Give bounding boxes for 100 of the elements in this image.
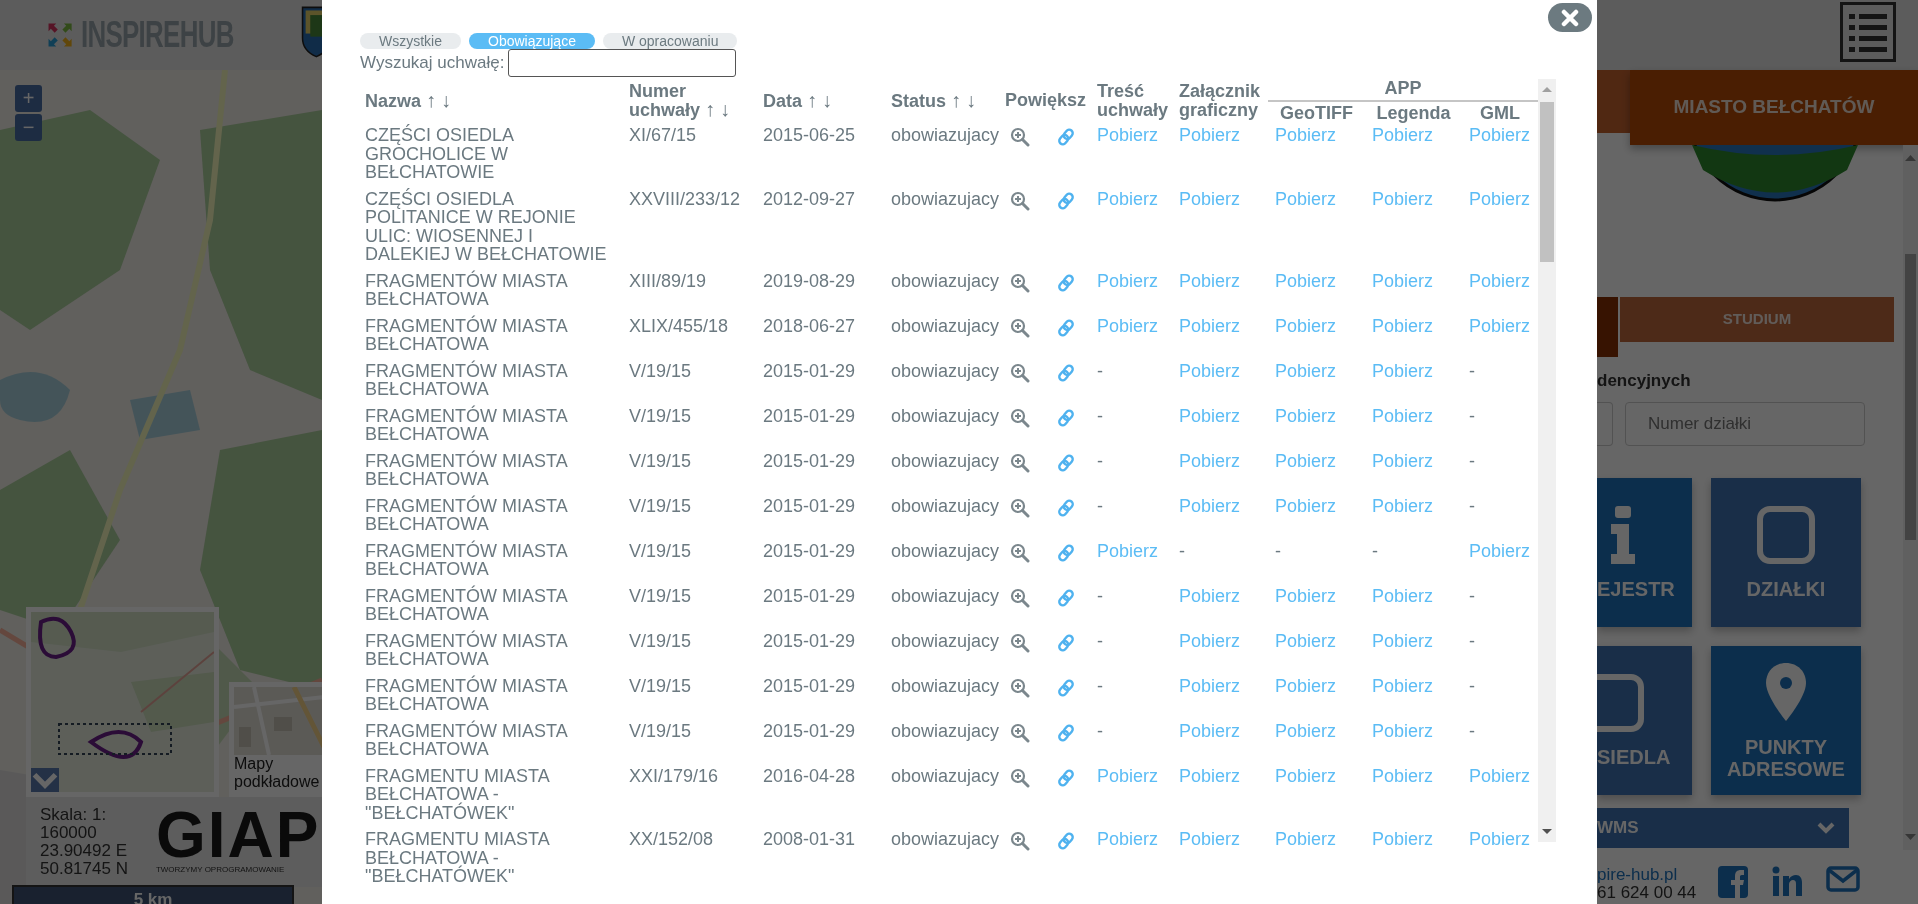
download-link[interactable]: Pobierz	[1372, 765, 1434, 786]
download-link[interactable]: Pobierz	[1179, 405, 1241, 426]
download-link[interactable]: Pobierz	[1097, 829, 1159, 849]
filter-tab[interactable]: Wszystkie	[360, 33, 461, 49]
scrollbar[interactable]	[1903, 145, 1918, 850]
link-icon[interactable]	[1057, 542, 1075, 563]
download-link[interactable]: Pobierz	[1372, 125, 1434, 145]
download-link[interactable]: Pobierz	[1275, 315, 1337, 336]
facebook-icon[interactable]	[1718, 866, 1749, 898]
zoom-in-icon[interactable]	[1010, 722, 1030, 743]
search-field[interactable]	[508, 49, 737, 77]
zoom-in-icon[interactable]	[1010, 452, 1030, 473]
zoom-in-icon[interactable]	[1010, 127, 1030, 147]
link-icon[interactable]	[1057, 272, 1075, 293]
scroll-down-icon[interactable]	[1542, 829, 1553, 834]
sort-arrow[interactable]: ↓	[720, 98, 731, 120]
zoom-in-icon[interactable]	[1010, 362, 1030, 383]
download-link[interactable]: Pobierz	[1179, 765, 1241, 786]
scroll-up-icon[interactable]	[1542, 87, 1553, 92]
link-icon[interactable]	[1057, 632, 1075, 653]
zoom-in-icon[interactable]	[1010, 632, 1030, 653]
download-link[interactable]: Pobierz	[1179, 720, 1241, 741]
link-icon[interactable]	[1057, 452, 1075, 473]
download-link[interactable]: Pobierz	[1179, 630, 1241, 651]
download-link[interactable]: Pobierz	[1372, 270, 1434, 291]
mail-icon[interactable]	[1826, 866, 1861, 892]
download-link[interactable]: Pobierz	[1275, 360, 1337, 381]
download-link[interactable]: Pobierz	[1275, 585, 1337, 606]
download-link[interactable]: Pobierz	[1179, 125, 1241, 145]
zoom-in-icon[interactable]	[1010, 542, 1030, 563]
link-icon[interactable]	[1057, 497, 1075, 518]
menu-tile[interactable]: SIEDLA	[1597, 646, 1692, 795]
download-link[interactable]: Pobierz	[1372, 360, 1434, 381]
download-link[interactable]: Pobierz	[1469, 540, 1531, 561]
tab[interactable]: STUDIUM	[1620, 297, 1894, 342]
link-icon[interactable]	[1057, 722, 1075, 743]
zoom-in-icon[interactable]	[1010, 767, 1030, 788]
sort-arrow[interactable]: ↑	[426, 88, 437, 111]
sort-arrow[interactable]: ↑	[705, 98, 716, 120]
download-link[interactable]: Pobierz	[1469, 188, 1531, 209]
sort-arrow[interactable]: ↓	[441, 88, 452, 111]
layers-bar[interactable]: WMS	[1597, 808, 1849, 848]
download-link[interactable]: Pobierz	[1097, 270, 1159, 291]
download-link[interactable]: Pobierz	[1372, 829, 1434, 849]
download-link[interactable]: Pobierz	[1179, 585, 1241, 606]
download-link[interactable]: Pobierz	[1275, 125, 1337, 145]
sort-arrow[interactable]: ↑	[951, 88, 962, 111]
download-link[interactable]: Pobierz	[1275, 405, 1337, 426]
download-link[interactable]: Pobierz	[1372, 495, 1434, 516]
download-link[interactable]: Pobierz	[1469, 765, 1531, 786]
download-link[interactable]: Pobierz	[1372, 188, 1434, 209]
zoom-in-icon[interactable]	[1010, 497, 1030, 518]
download-link[interactable]: Pobierz	[1372, 315, 1434, 336]
zoom-in-icon[interactable]	[1010, 272, 1030, 293]
download-link[interactable]: Pobierz	[1097, 540, 1159, 561]
download-link[interactable]: Pobierz	[1097, 315, 1159, 336]
link-icon[interactable]	[1057, 127, 1075, 147]
download-link[interactable]: Pobierz	[1179, 675, 1241, 696]
filter-tab[interactable]: Obowiązujące	[469, 33, 595, 49]
filter-tab[interactable]: W opracowaniu	[602, 33, 738, 49]
close-button[interactable]	[1548, 3, 1592, 32]
download-link[interactable]: Pobierz	[1275, 829, 1337, 849]
download-link[interactable]: Pobierz	[1275, 720, 1337, 741]
sort-arrow[interactable]: ↓	[966, 88, 977, 111]
download-link[interactable]: Pobierz	[1275, 450, 1337, 471]
download-link[interactable]: Pobierz	[1469, 270, 1531, 291]
download-link[interactable]: Pobierz	[1097, 188, 1159, 209]
zoom-in-icon[interactable]	[1010, 677, 1030, 698]
link-icon[interactable]	[1057, 677, 1075, 698]
zoom-in-icon[interactable]	[1010, 587, 1030, 608]
download-link[interactable]: Pobierz	[1372, 720, 1434, 741]
download-link[interactable]: Pobierz	[1372, 450, 1434, 471]
zoom-in-icon[interactable]	[1010, 407, 1030, 428]
zoom-in-icon[interactable]	[1010, 190, 1030, 211]
download-link[interactable]: Pobierz	[1097, 765, 1159, 786]
menu-button[interactable]	[1840, 2, 1896, 62]
download-link[interactable]: Pobierz	[1179, 829, 1241, 849]
download-link[interactable]: Pobierz	[1372, 405, 1434, 426]
link-icon[interactable]	[1057, 362, 1075, 383]
download-link[interactable]: Pobierz	[1275, 675, 1337, 696]
scrollbar-thumb[interactable]	[1905, 254, 1916, 540]
download-link[interactable]: Pobierz	[1179, 360, 1241, 381]
zoom-in-icon[interactable]	[1010, 831, 1030, 851]
link-icon[interactable]	[1057, 190, 1075, 211]
download-link[interactable]: Pobierz	[1372, 630, 1434, 651]
scrollbar[interactable]	[1538, 79, 1557, 842]
sort-arrow[interactable]: ↑	[807, 88, 818, 111]
link-icon[interactable]	[1057, 587, 1075, 608]
download-link[interactable]: Pobierz	[1469, 315, 1531, 336]
link-icon[interactable]	[1057, 317, 1075, 338]
download-link[interactable]: Pobierz	[1179, 270, 1241, 291]
download-link[interactable]: Pobierz	[1179, 315, 1241, 336]
website-link[interactable]: pire-hub.pl	[1597, 866, 1697, 884]
zoom-in-icon[interactable]	[1010, 317, 1030, 338]
link-icon[interactable]	[1057, 767, 1075, 788]
download-link[interactable]: Pobierz	[1097, 125, 1159, 145]
download-link[interactable]: Pobierz	[1469, 829, 1531, 849]
download-link[interactable]: Pobierz	[1275, 188, 1337, 209]
download-link[interactable]: Pobierz	[1275, 270, 1337, 291]
download-link[interactable]: Pobierz	[1372, 675, 1434, 696]
